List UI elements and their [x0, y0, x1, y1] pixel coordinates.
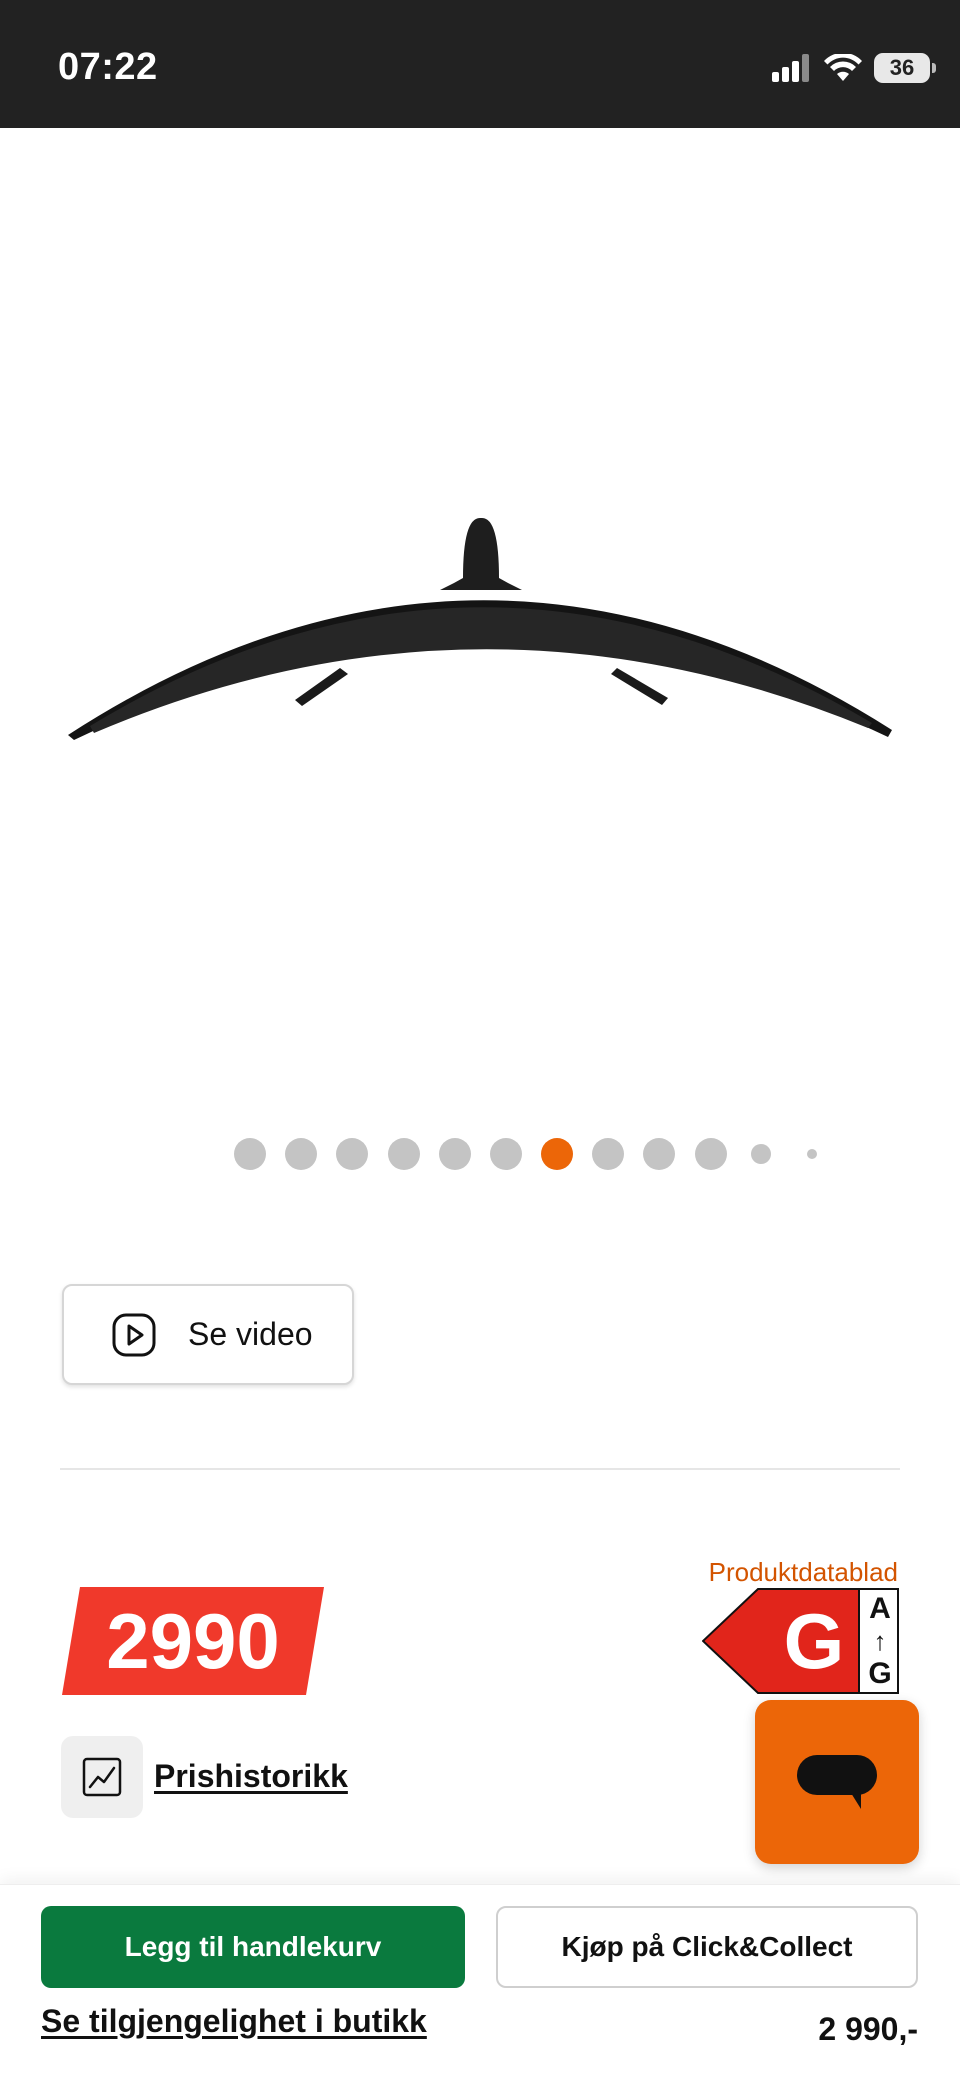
play-icon — [112, 1313, 156, 1357]
store-availability-link[interactable]: Se tilgjengelighet i butikk — [41, 2003, 427, 2040]
price-value: 2990 — [106, 1596, 280, 1685]
gallery-dot[interactable] — [807, 1149, 817, 1159]
energy-scale-top: A — [869, 1592, 891, 1625]
wifi-icon — [824, 54, 862, 81]
gallery-dot[interactable] — [751, 1144, 771, 1164]
battery-icon: 36 — [874, 53, 936, 83]
chat-bubble-icon — [797, 1755, 877, 1809]
curved-monitor-image — [68, 517, 892, 740]
product-datasheet-link[interactable]: Produktdatablad — [709, 1557, 898, 1588]
energy-scale-arrow: ↑ — [873, 1626, 887, 1656]
gallery-dot[interactable] — [285, 1138, 317, 1170]
status-time: 07:22 — [58, 46, 158, 88]
gallery-dot[interactable] — [643, 1138, 675, 1170]
gallery-dot[interactable] — [234, 1138, 266, 1170]
gallery-dot-active[interactable] — [541, 1138, 573, 1170]
click-and-collect-button[interactable]: Kjøp på Click&Collect — [496, 1906, 918, 1988]
divider — [60, 1468, 900, 1470]
watch-video-button[interactable]: Se video — [62, 1284, 354, 1385]
gallery-dot[interactable] — [592, 1138, 624, 1170]
price-tag: 2990 — [62, 1587, 324, 1695]
gallery-dot[interactable] — [388, 1138, 420, 1170]
price-history-icon-box[interactable] — [61, 1736, 143, 1818]
status-icons: 36 — [772, 50, 936, 86]
energy-scale-bottom: G — [868, 1657, 892, 1690]
gallery-dot[interactable] — [695, 1138, 727, 1170]
gallery-pagination — [0, 1136, 960, 1172]
energy-class-badge[interactable]: G A ↑ G — [702, 1588, 900, 1694]
bottom-price: 2 990,- — [818, 2011, 918, 2047]
chart-line-icon — [82, 1757, 122, 1797]
watch-video-label: Se video — [188, 1316, 313, 1352]
gallery-dot[interactable] — [490, 1138, 522, 1170]
gallery-dot[interactable] — [336, 1138, 368, 1170]
signal-icon — [772, 54, 809, 82]
energy-class-letter: G — [783, 1596, 845, 1685]
price-history-link[interactable]: Prishistorikk — [154, 1758, 348, 1795]
energy-scale: A ↑ G — [862, 1588, 898, 1694]
chat-button[interactable] — [755, 1700, 919, 1864]
gallery-dot[interactable] — [439, 1138, 471, 1170]
add-to-cart-button[interactable]: Legg til handlekurv — [41, 1906, 465, 1988]
status-bar: 07:22 36 — [0, 0, 960, 128]
bottom-action-bar: Legg til handlekurv Kjøp på Click&Collec… — [0, 1884, 960, 2079]
product-image-gallery[interactable] — [0, 128, 960, 1108]
